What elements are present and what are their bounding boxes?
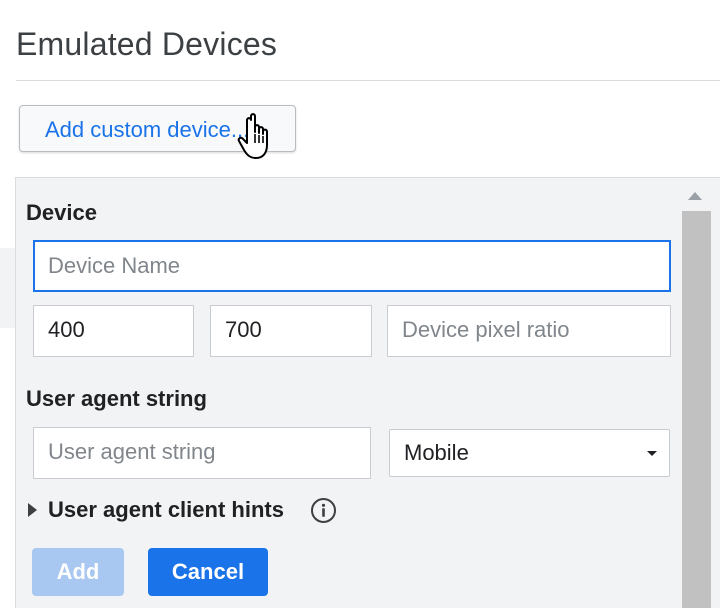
info-icon[interactable] [310,497,337,524]
scroll-up-icon[interactable] [688,192,702,200]
client-hints-label: User agent client hints [48,497,284,522]
hand-cursor-icon [237,113,268,159]
cancel-button[interactable]: Cancel [148,548,268,596]
add-button[interactable]: Add [32,548,124,596]
title-divider [16,80,720,81]
panel-scrollbar[interactable] [679,178,711,608]
sidebar-stub [0,248,16,328]
expand-triangle-icon [28,503,37,517]
device-name-input[interactable]: Device Name [33,240,671,292]
user-agent-type-value: Mobile [404,440,469,465]
device-width-input[interactable]: 400 [33,305,194,357]
device-height-input[interactable]: 700 [210,305,372,357]
page-title: Emulated Devices [16,26,278,62]
chevron-down-icon [647,451,657,456]
user-agent-input[interactable]: User agent string [33,427,371,479]
user-agent-type-select[interactable]: Mobile [389,429,670,477]
device-pixel-ratio-input[interactable]: Device pixel ratio [387,305,671,357]
add-device-panel: Device Device Name 400 700 Device pixel … [15,177,720,608]
device-section-label: Device [26,200,97,225]
client-hints-toggle[interactable]: User agent client hints [28,494,348,526]
user-agent-section-label: User agent string [26,386,207,411]
scroll-thumb[interactable] [682,211,711,608]
